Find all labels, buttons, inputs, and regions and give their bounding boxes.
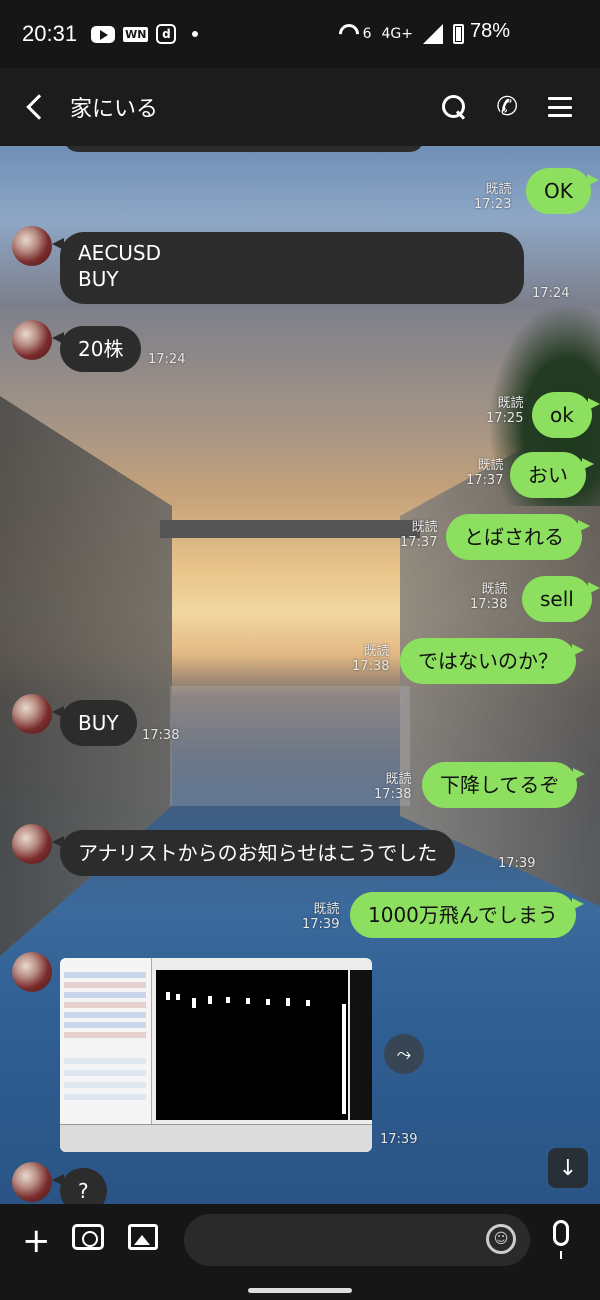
metatrader-chart (156, 970, 348, 1120)
microphone-icon[interactable] (553, 1220, 569, 1259)
more-notifications-dot (192, 31, 199, 37)
youtube-icon (91, 25, 116, 43)
chat-title: 家にいる (70, 97, 159, 122)
news-app-icon: WN (123, 26, 149, 42)
avatar[interactable] (12, 320, 52, 360)
partial-message-bubble[interactable] (64, 146, 424, 152)
message-time: 17:24 (148, 352, 186, 367)
scroll-down-icon[interactable]: ↓ (548, 1148, 588, 1188)
message-meta: 既読 17:38 (352, 644, 390, 674)
message-time: 17:39 (380, 1132, 418, 1147)
status-bar: 20:31 WN d 6 4G+ 78% (0, 0, 600, 68)
message-meta: 既読 17:37 (466, 458, 504, 488)
message-bubble-in[interactable]: AECUSD BUY (52, 232, 524, 304)
search-icon[interactable] (442, 95, 466, 119)
network-badge: 6 (362, 26, 372, 42)
message-meta: 既読 17:37 (400, 520, 438, 550)
message-bubble-out[interactable]: おい (510, 452, 594, 498)
avatar[interactable] (12, 1162, 52, 1202)
message-bubble-in[interactable]: 20株 (51, 326, 142, 372)
status-time: 20:31 (22, 21, 78, 46)
message-meta: 既読 17:23 (474, 182, 512, 212)
message-bubble-out[interactable]: ok (532, 392, 600, 438)
network-type: 4G+ (381, 26, 414, 42)
metatrader-price-axis (350, 970, 372, 1120)
message-bubble-out[interactable]: ではないのか？ (400, 638, 584, 684)
metatrader-trade-panel (60, 1124, 372, 1152)
hotspot-icon (334, 19, 363, 49)
tiktok-icon: d (156, 24, 177, 44)
message-bubble-out[interactable]: とばされる (446, 514, 590, 560)
back-icon[interactable] (26, 94, 52, 120)
message-meta: 既読 17:38 (374, 772, 412, 802)
message-meta: 既読 17:38 (470, 582, 508, 612)
battery-icon (453, 24, 464, 44)
camera-icon[interactable] (72, 1224, 104, 1250)
plus-icon[interactable]: + (22, 1224, 51, 1258)
avatar[interactable] (12, 694, 52, 734)
message-input[interactable] (184, 1214, 530, 1266)
background-beam (160, 520, 420, 538)
phone-icon[interactable]: ✆ (496, 94, 518, 120)
battery-percent: 78% (470, 20, 511, 42)
image-message-metatrader[interactable] (60, 958, 372, 1152)
message-bubble-in[interactable]: BUY (52, 700, 137, 746)
message-time: 17:24 (532, 286, 570, 301)
message-bubble-out[interactable]: 下降してるぞ (422, 762, 586, 808)
message-meta: 既読 17:39 (302, 902, 340, 932)
message-bubble-out[interactable]: 1000万飛んでしまう (350, 892, 584, 938)
home-indicator[interactable] (248, 1288, 352, 1293)
composer-bar: + ☺ (0, 1204, 600, 1300)
emoji-icon[interactable]: ☺ (486, 1224, 516, 1254)
signal-icon (423, 24, 443, 44)
message-bubble-out[interactable]: OK (526, 168, 599, 214)
menu-icon[interactable] (548, 97, 572, 117)
message-meta: 既読 17:25 (486, 396, 524, 426)
message-bubble-in[interactable]: ? (52, 1168, 107, 1204)
chat-header: 家にいる ✆ (0, 68, 600, 146)
image-icon[interactable] (128, 1224, 158, 1250)
metatrader-market-watch (60, 958, 152, 1152)
message-time: 17:39 (498, 856, 536, 871)
avatar[interactable] (12, 952, 52, 992)
message-bubble-in[interactable]: アナリストからのお知らせはこうでした (51, 830, 456, 876)
share-icon[interactable]: ⤳ (384, 1034, 424, 1074)
status-right: 6 4G+ (334, 0, 470, 68)
avatar[interactable] (12, 824, 52, 864)
header-actions: ✆ (442, 68, 572, 146)
message-bubble-out[interactable]: sell (522, 576, 600, 622)
message-time: 17:38 (142, 728, 180, 743)
avatar[interactable] (12, 226, 52, 266)
chat-area[interactable]: 既読 17:23 OK AECUSD BUY 17:24 20株 17:24 既読… (0, 146, 600, 1204)
